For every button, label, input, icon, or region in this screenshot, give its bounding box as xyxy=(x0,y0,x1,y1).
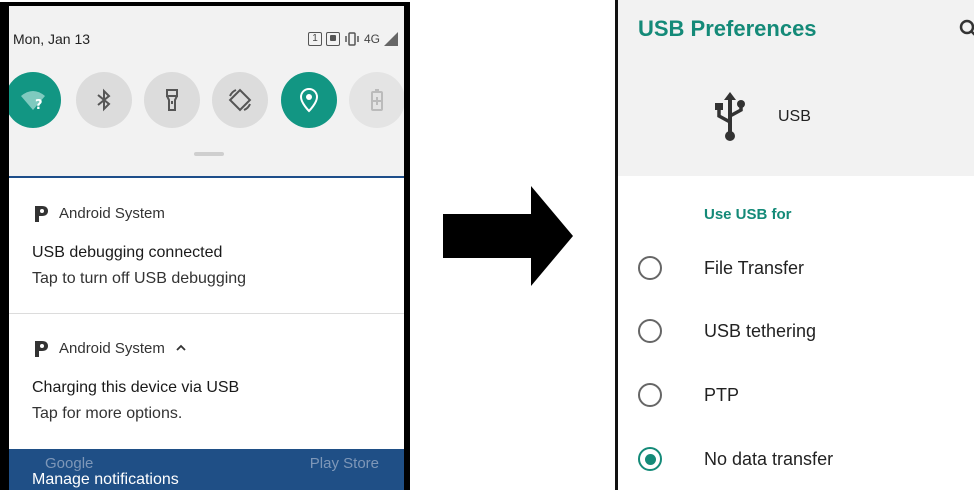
notification-header: Android System xyxy=(33,204,165,222)
notification-text: Tap to turn off USB debugging xyxy=(32,270,247,287)
usb-preferences-screen: USB Preferences USB Use USB for File Tra… xyxy=(615,0,974,490)
notification-app-name: Android System xyxy=(59,204,165,222)
radio-button[interactable] xyxy=(638,256,662,280)
google-app-label: Google xyxy=(45,455,94,472)
screenshot-canvas: Mon, Jan 13 1 4G ? Android System USB de… xyxy=(0,0,974,490)
notification-app-name: Android System xyxy=(59,339,165,357)
svg-text:?: ? xyxy=(35,98,43,113)
status-icons: 1 4G xyxy=(307,32,398,46)
option-label: File Transfer xyxy=(704,257,805,278)
search-icon[interactable] xyxy=(958,18,974,40)
manage-notifications-button[interactable]: Manage notifications xyxy=(32,471,179,489)
signal-strength-icon xyxy=(384,32,398,46)
quick-settings-panel: Mon, Jan 13 1 4G ? xyxy=(9,6,404,178)
sim-slot-icon: 1 xyxy=(307,32,322,46)
battery-saver-tile[interactable] xyxy=(349,72,404,128)
auto-rotate-icon xyxy=(228,88,252,112)
wifi-tile[interactable]: ? xyxy=(9,72,61,128)
network-type-label: 4G xyxy=(363,32,380,46)
radio-button[interactable] xyxy=(638,383,662,407)
battery-saver-icon xyxy=(371,89,383,111)
option-label: USB tethering xyxy=(704,320,817,341)
flashlight-icon xyxy=(166,89,178,111)
right-arrow-icon xyxy=(443,186,573,286)
option-usb-tethering[interactable]: USB tethering xyxy=(638,313,968,349)
notification-charging-usb[interactable]: Android System Charging this device via … xyxy=(9,315,404,449)
flashlight-tile[interactable] xyxy=(144,72,200,128)
section-title-use-usb-for: Use USB for xyxy=(704,206,792,223)
usb-preferences-header: USB Preferences USB xyxy=(618,0,974,176)
vibrate-icon xyxy=(345,32,359,46)
option-no-data-transfer[interactable]: No data transfer xyxy=(638,441,968,477)
auto-rotate-tile[interactable] xyxy=(212,72,268,128)
android-system-icon xyxy=(35,341,48,357)
location-icon xyxy=(299,87,319,113)
chevron-up-icon[interactable] xyxy=(175,343,187,353)
notification-header: Android System xyxy=(33,339,187,357)
notification-title: Charging this device via USB xyxy=(32,379,240,396)
radio-button[interactable] xyxy=(638,319,662,343)
location-tile[interactable] xyxy=(281,72,337,128)
option-label: PTP xyxy=(704,384,740,405)
quick-settings-tiles: ? xyxy=(9,72,404,130)
play-store-app-label: Play Store xyxy=(309,455,379,472)
notification-title: USB debugging connected xyxy=(32,244,223,261)
page-title: USB Preferences xyxy=(638,16,817,41)
option-ptp[interactable]: PTP xyxy=(638,377,968,413)
notification-shade: Mon, Jan 13 1 4G ? Android System USB de… xyxy=(9,6,404,490)
notification-usb-debugging[interactable]: Android System USB debugging connected T… xyxy=(9,180,404,314)
left-phone-frame: Mon, Jan 13 1 4G ? Android System USB de… xyxy=(0,2,410,490)
status-bar: Mon, Jan 13 1 4G xyxy=(13,30,398,48)
status-date: Mon, Jan 13 xyxy=(13,31,91,47)
bluetooth-icon xyxy=(97,88,111,112)
android-system-icon xyxy=(35,206,48,222)
radio-button-selected[interactable] xyxy=(638,447,662,471)
screenshot-icon xyxy=(325,32,340,46)
notification-text: Tap for more options. xyxy=(32,405,183,422)
option-label: No data transfer xyxy=(704,448,834,469)
wifi-question-icon: ? xyxy=(21,91,45,113)
usb-icon xyxy=(715,92,745,141)
usb-label: USB xyxy=(778,108,811,125)
notification-footer: Google Play Store Manage notifications xyxy=(9,449,404,490)
drag-handle[interactable] xyxy=(194,152,224,156)
option-file-transfer[interactable]: File Transfer xyxy=(638,250,968,286)
bluetooth-tile[interactable] xyxy=(76,72,132,128)
